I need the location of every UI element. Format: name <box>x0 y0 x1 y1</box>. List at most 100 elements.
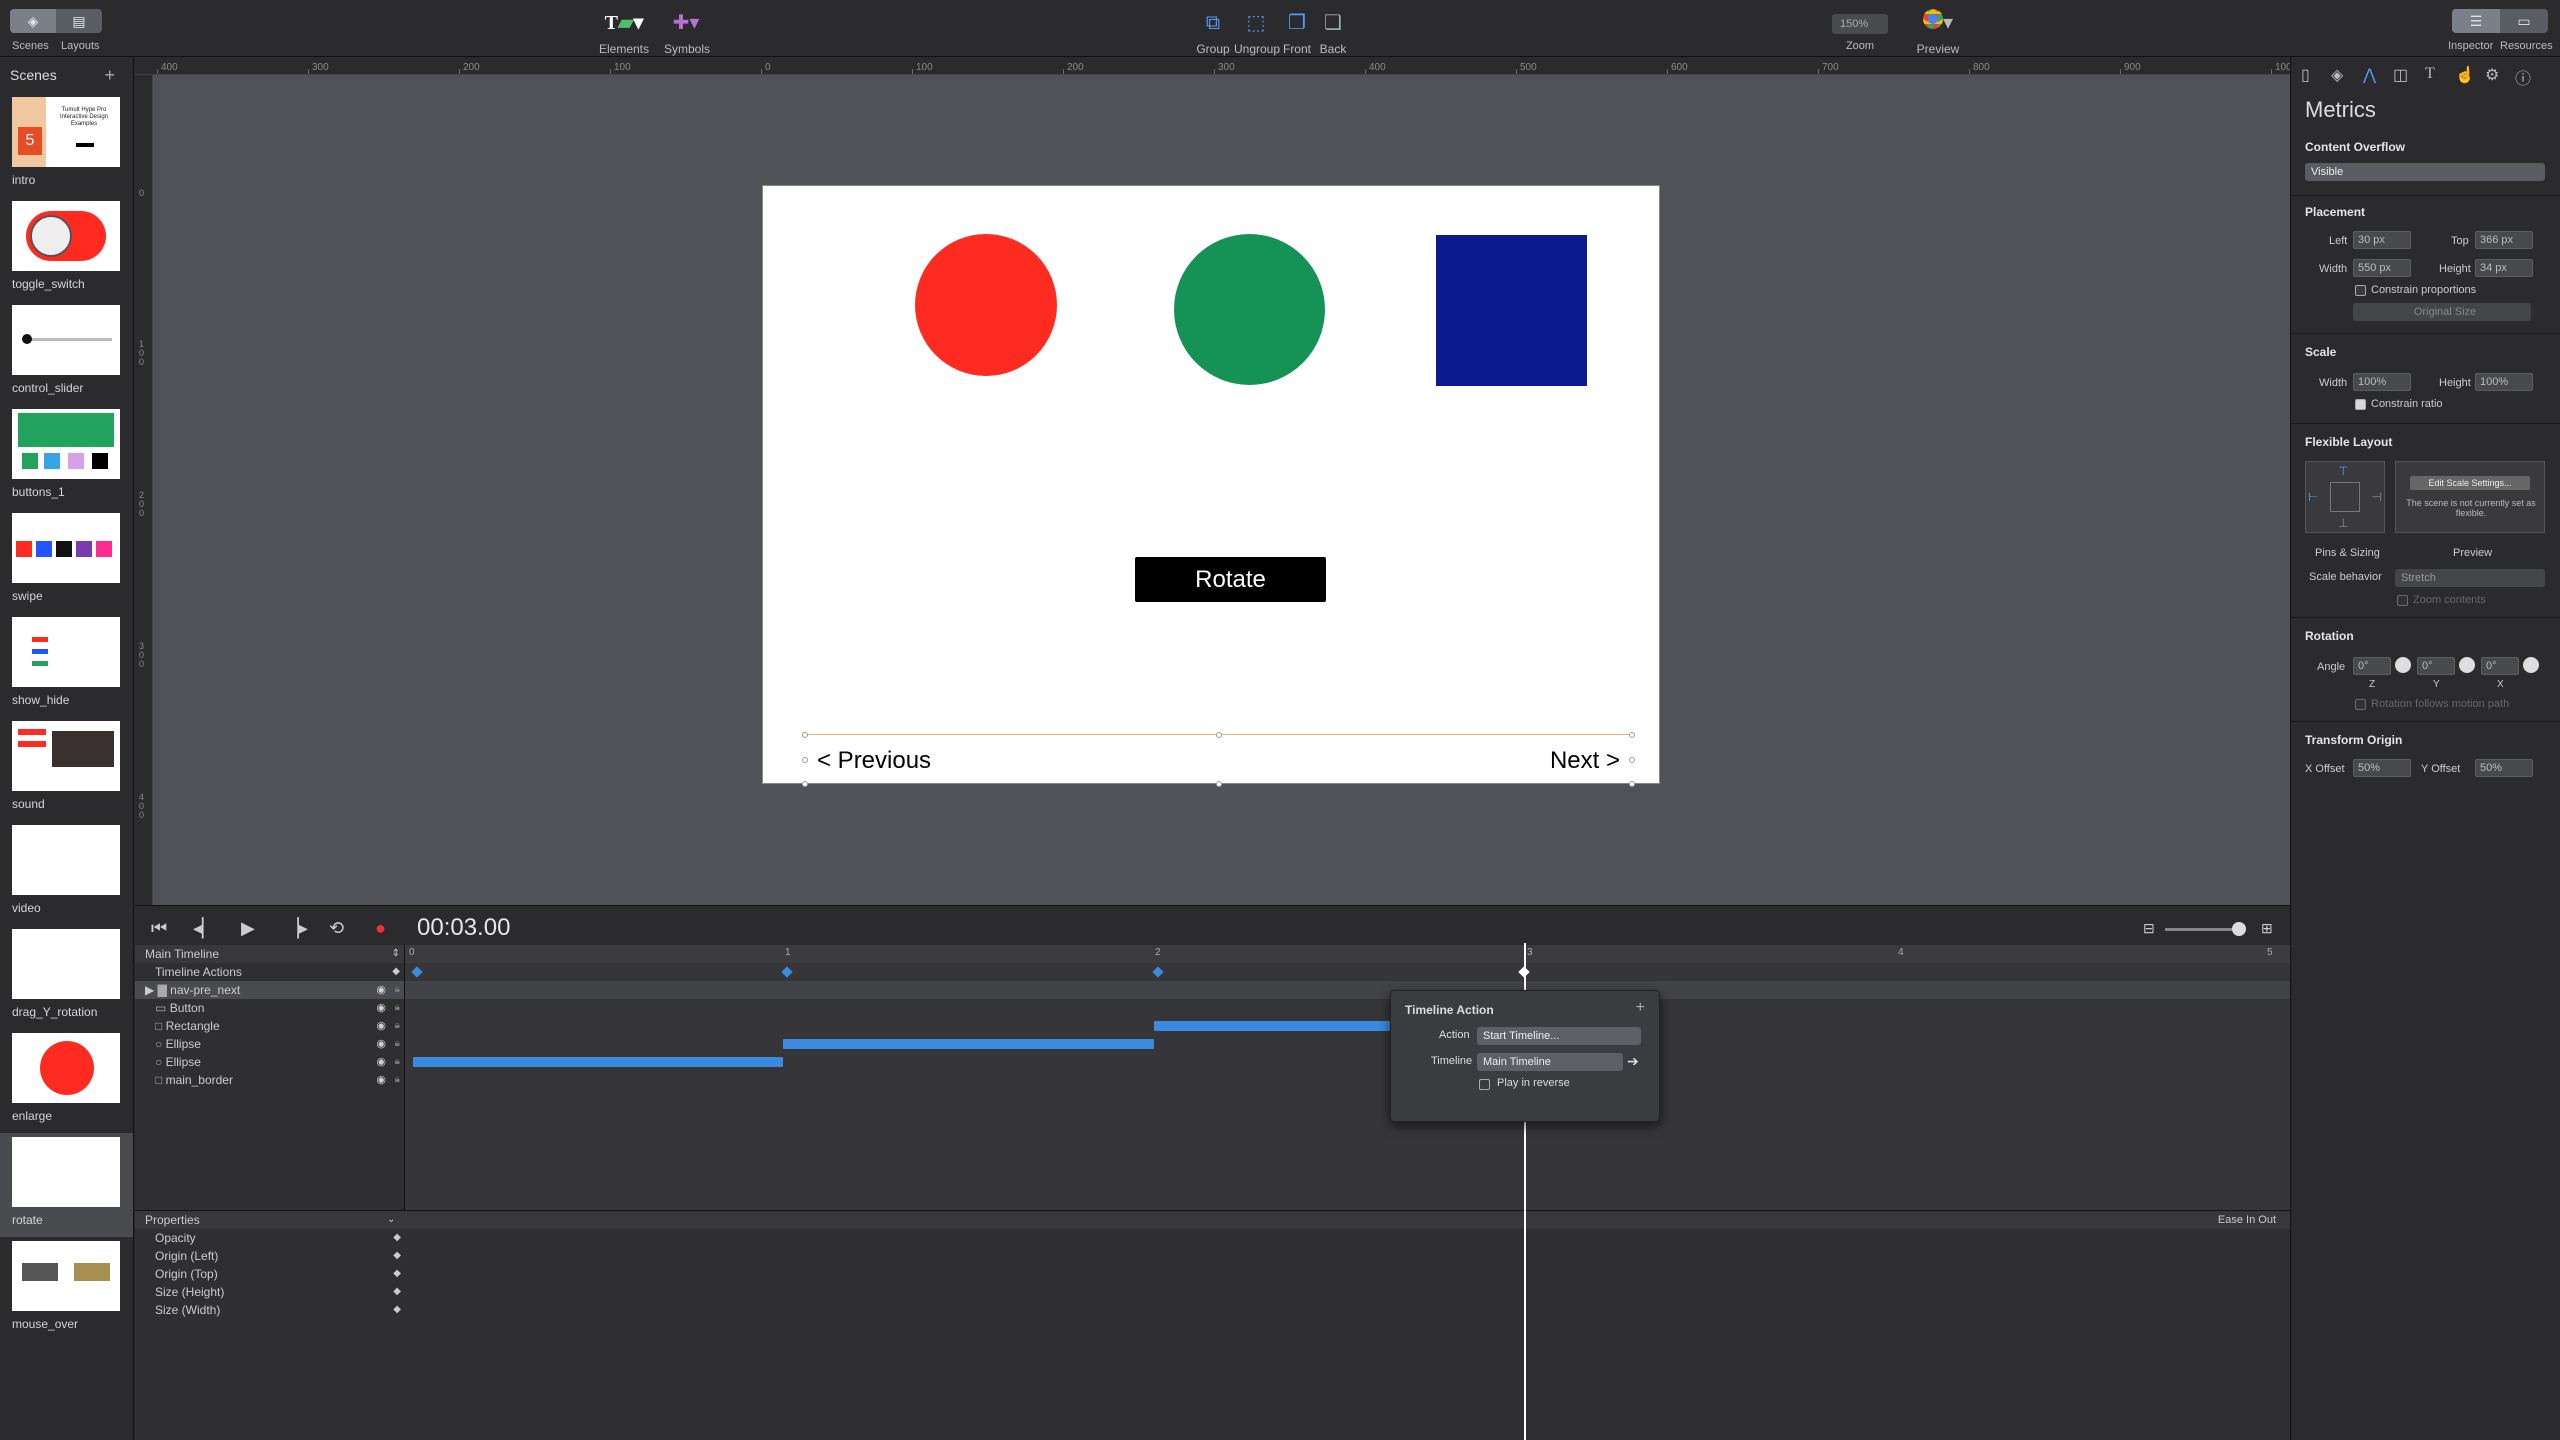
visibility-eye-icon[interactable]: ◉ <box>376 999 386 1017</box>
scene-intro[interactable]: 5 Tumult Hype Pro Interactive Design Exa… <box>0 93 133 197</box>
rotation-follows-checkbox[interactable] <box>2355 699 2366 710</box>
pin-right-icon[interactable]: ⊣ <box>2372 490 2382 504</box>
layer-main-border[interactable]: □ main_border ◉ 🔒︎ <box>135 1071 404 1089</box>
y-offset-field[interactable]: 50% <box>2475 759 2533 777</box>
timeline-grid[interactable]: 0 1 2 3 4 5 <box>405 945 2290 1215</box>
selection-handle[interactable] <box>1216 781 1222 787</box>
property-origin-left[interactable]: Origin (Left) ◆ <box>135 1247 405 1265</box>
chevron-down-icon[interactable]: ⌄ <box>387 1211 395 1229</box>
selection-handle[interactable] <box>802 732 808 738</box>
scene-video[interactable]: video <box>0 821 133 925</box>
selection-handle[interactable] <box>1629 781 1635 787</box>
original-size-button[interactable]: Original Size <box>2353 303 2531 321</box>
disclosure-triangle-icon[interactable]: ▶ <box>145 983 154 997</box>
top-field[interactable]: 366 px <box>2475 231 2533 249</box>
play-icon[interactable]: ▶ <box>241 918 255 939</box>
zoom-contents-checkbox[interactable] <box>2397 595 2408 606</box>
group-button[interactable]: ⧉ Group <box>1194 8 1232 56</box>
pin-top-icon[interactable]: ⊤ <box>2338 464 2348 478</box>
blue-rectangle[interactable] <box>1436 235 1587 386</box>
selection-handle[interactable] <box>1629 757 1635 763</box>
timeline-zoom-knob[interactable] <box>2232 922 2246 936</box>
scene-toggle-switch[interactable]: toggle_switch <box>0 197 133 301</box>
keyframe-icon[interactable]: ◆ <box>393 1229 401 1247</box>
ellipse-animation-bar[interactable] <box>783 1039 1154 1049</box>
scenes-toggle-icon[interactable]: ◈ <box>10 9 56 33</box>
scene-mouse-over[interactable]: mouse_over <box>0 1237 133 1341</box>
lock-icon[interactable]: 🔒︎ <box>395 1035 400 1053</box>
preview-button[interactable]: ▾ Preview <box>1910 8 1966 56</box>
pin-left-icon[interactable]: ⊢ <box>2308 490 2318 504</box>
inspector-toggle-icon[interactable]: ☰ <box>2452 9 2500 33</box>
lock-icon[interactable]: 🔒︎ <box>395 999 400 1017</box>
layers-icon[interactable]: ◈ <box>2331 65 2343 85</box>
timeline-action-keyframe[interactable] <box>411 966 423 978</box>
loop-icon[interactable]: ⟲ <box>329 918 344 939</box>
timeline-action-keyframe[interactable] <box>1152 966 1164 978</box>
actions-hand-icon[interactable]: ☝ <box>2455 65 2475 85</box>
content-overflow-select[interactable]: Visible <box>2305 163 2545 181</box>
red-ellipse[interactable] <box>915 234 1057 376</box>
lock-icon[interactable]: 🔒︎ <box>395 1017 400 1035</box>
metrics-icon[interactable]: ⋀ <box>2363 65 2376 85</box>
rectangle-animation-bar[interactable] <box>1154 1021 1391 1031</box>
go-to-start-icon[interactable]: ⏮ <box>151 918 167 939</box>
lock-icon[interactable]: 🔒︎ <box>395 1071 400 1089</box>
visibility-eye-icon[interactable]: ◉ <box>376 1017 386 1035</box>
edit-scale-settings-button[interactable]: Edit Scale Settings... <box>2410 476 2530 490</box>
layer-rectangle[interactable]: □ Rectangle ◉ 🔒︎ <box>135 1017 404 1035</box>
zoom-in-timeline-icon[interactable]: ⊞ <box>2261 920 2273 937</box>
constrain-ratio-checkbox[interactable] <box>2355 399 2366 410</box>
timeline-actions-row[interactable]: Timeline Actions ◆ <box>135 963 404 981</box>
main-timeline-selector[interactable]: Main Timeline ⇕ <box>135 945 404 963</box>
add-scene-icon[interactable]: + <box>104 57 115 93</box>
angle-z-field[interactable]: 0° <box>2353 657 2391 675</box>
shapes-icon[interactable]: ◫ <box>2393 65 2408 85</box>
scene-buttons-1[interactable]: buttons_1 <box>0 405 133 509</box>
selection-handle[interactable] <box>1216 732 1222 738</box>
elements-button[interactable]: T▰▾ Elements <box>596 8 652 56</box>
visibility-eye-icon[interactable]: ◉ <box>376 981 386 999</box>
go-arrow-icon[interactable]: ➔ <box>1627 1053 1639 1070</box>
constrain-proportions-checkbox[interactable] <box>2355 285 2366 296</box>
ellipse-animation-bar[interactable] <box>413 1057 783 1067</box>
keyframe-icon[interactable]: ◆ <box>393 1301 401 1319</box>
visibility-eye-icon[interactable]: ◉ <box>376 1053 386 1071</box>
lock-icon[interactable]: 🔒︎ <box>395 1053 400 1071</box>
pins-sizing-widget[interactable]: ⊤ ⊢ ⊣ ⊥ <box>2305 461 2385 533</box>
easing-selector[interactable]: Ease In Out <box>2218 1211 2276 1229</box>
lock-icon[interactable]: 🔒︎ <box>395 981 400 999</box>
properties-header[interactable]: Properties ⌄ Ease In Out <box>135 1211 2290 1229</box>
layer-ellipse-2[interactable]: ○ Ellipse ◉ 🔒︎ <box>135 1053 404 1071</box>
timeline-select[interactable]: Main Timeline <box>1477 1053 1623 1071</box>
scale-height-field[interactable]: 100% <box>2475 373 2533 391</box>
height-field[interactable]: 34 px <box>2475 259 2533 277</box>
zoom-field[interactable]: 150% <box>1832 14 1888 34</box>
angle-y-field[interactable]: 0° <box>2417 657 2455 675</box>
previous-link[interactable]: < Previous <box>817 747 931 775</box>
record-icon[interactable]: ● <box>375 918 386 939</box>
rotate-button[interactable]: Rotate <box>1135 557 1326 602</box>
layer-nav-pre-next[interactable]: ▶ ▇ nav-pre_next ◉ 🔒︎ <box>135 981 404 999</box>
keyframe-icon[interactable]: ◆ <box>393 1265 401 1283</box>
timeline-action-keyframe[interactable] <box>781 966 793 978</box>
scene-drag-y-rotation[interactable]: drag_Y_rotation <box>0 925 133 1029</box>
angle-z-dial[interactable] <box>2395 657 2411 673</box>
keyframe-icon[interactable]: ◆ <box>392 963 400 981</box>
scene-rotate[interactable]: rotate <box>0 1133 133 1237</box>
keyframe-icon[interactable]: ◆ <box>393 1247 401 1265</box>
step-back-icon[interactable]: ◂▏ <box>193 918 216 939</box>
keyframe-icon[interactable]: ◆ <box>393 1283 401 1301</box>
zoom-out-timeline-icon[interactable]: ⊟ <box>2143 920 2155 937</box>
scene-enlarge[interactable]: enlarge <box>0 1029 133 1133</box>
inspector-resources-toggle[interactable]: ☰ ▭ <box>2452 9 2548 33</box>
left-field[interactable]: 30 px <box>2353 231 2411 249</box>
symbols-button[interactable]: ✚▾ Symbols <box>664 8 710 56</box>
back-button[interactable]: ❏ Back <box>1316 8 1350 56</box>
resources-toggle-icon[interactable]: ▭ <box>2500 9 2548 33</box>
visibility-eye-icon[interactable]: ◉ <box>376 1035 386 1053</box>
scale-width-field[interactable]: 100% <box>2353 373 2411 391</box>
document-icon[interactable]: ▯ <box>2301 65 2310 85</box>
angle-y-dial[interactable] <box>2459 657 2475 673</box>
property-size-width[interactable]: Size (Width) ◆ <box>135 1301 405 1319</box>
